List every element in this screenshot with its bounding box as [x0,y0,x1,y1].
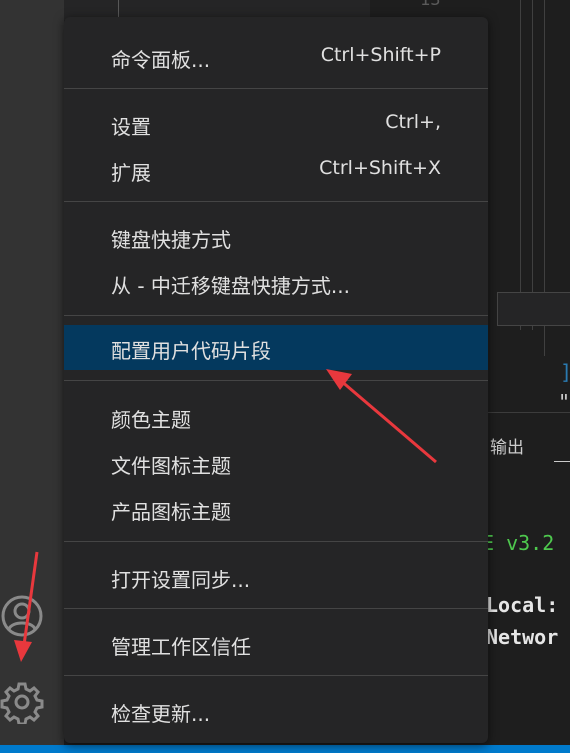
find-widget[interactable] [497,292,570,326]
menu-item-workspace-trust[interactable]: 管理工作区信任 [64,625,488,662]
gear-icon[interactable] [0,680,44,726]
menu-item-shortcut: Ctrl+Shift+P [320,44,441,66]
menu-item-label: 管理工作区信任 [111,635,251,659]
menu-item-label: 扩展 [111,161,151,185]
menu-separator [64,675,488,676]
menu-item-label: 文件图标主题 [111,454,231,478]
manage-context-menu: 命令面板... Ctrl+Shift+P 设置 Ctrl+, 扩展 Ctrl+S… [64,17,488,743]
menu-item-label: 键盘快捷方式 [111,228,231,252]
menu-separator [64,541,488,542]
terminal-line: Local: [486,593,559,617]
account-icon[interactable] [0,594,44,638]
menu-item-migrate-keybindings[interactable]: 从 - 中迁移键盘快捷方式... [64,264,488,301]
menu-separator [64,380,488,381]
menu-item-command-palette[interactable]: 命令面板... Ctrl+Shift+P [64,38,488,75]
menu-item-check-updates[interactable]: 检查更新... [64,692,488,729]
menu-separator [64,88,488,89]
menu-item-label: 设置 [111,115,151,139]
menu-item-keyboard-shortcuts[interactable]: 键盘快捷方式 [64,218,488,255]
menu-item-label: 配置用户代码片段 [111,339,271,363]
tab-indicator [554,461,570,462]
line-number: 13 [420,0,441,10]
menu-item-label: 命令面板... [111,48,211,72]
code-token: ] [560,360,570,384]
menu-separator [64,608,488,609]
menu-item-label: 产品图标主题 [111,500,231,524]
menu-item-settings[interactable]: 设置 Ctrl+, [64,105,488,142]
menu-item-label: 从 - 中迁移键盘快捷方式... [111,274,351,298]
menu-item-label: 检查更新... [111,702,211,726]
menu-item-user-snippets[interactable]: 配置用户代码片段 [64,325,488,370]
tab-output[interactable]: 输出 [490,433,524,458]
menu-item-settings-sync[interactable]: 打开设置同步... [64,558,488,595]
vscode-window: 13 ] " 输出 E v3.2 Local: Networ 命令面板... C… [0,0,570,753]
menu-item-shortcut: Ctrl+, [385,111,441,133]
indent-guide [520,0,521,330]
menu-item-extensions[interactable]: 扩展 Ctrl+Shift+X [64,151,488,188]
menu-item-label: 打开设置同步... [111,568,251,592]
menu-item-file-icon-theme[interactable]: 文件图标主题 [64,444,488,481]
activity-bar [0,0,64,753]
code-token: " [558,390,570,414]
menu-separator [64,201,488,202]
terminal-line: Networ [486,625,559,649]
menu-item-shortcut: Ctrl+Shift+X [319,157,441,179]
menu-item-color-theme[interactable]: 颜色主题 [64,398,488,435]
menu-separator [64,315,488,316]
terminal-line: E v3.2 [482,531,555,555]
menu-item-label: 颜色主题 [111,408,191,432]
indent-guide [532,0,533,330]
status-bar [0,745,570,753]
menu-item-product-icon-theme[interactable]: 产品图标主题 [64,490,488,527]
